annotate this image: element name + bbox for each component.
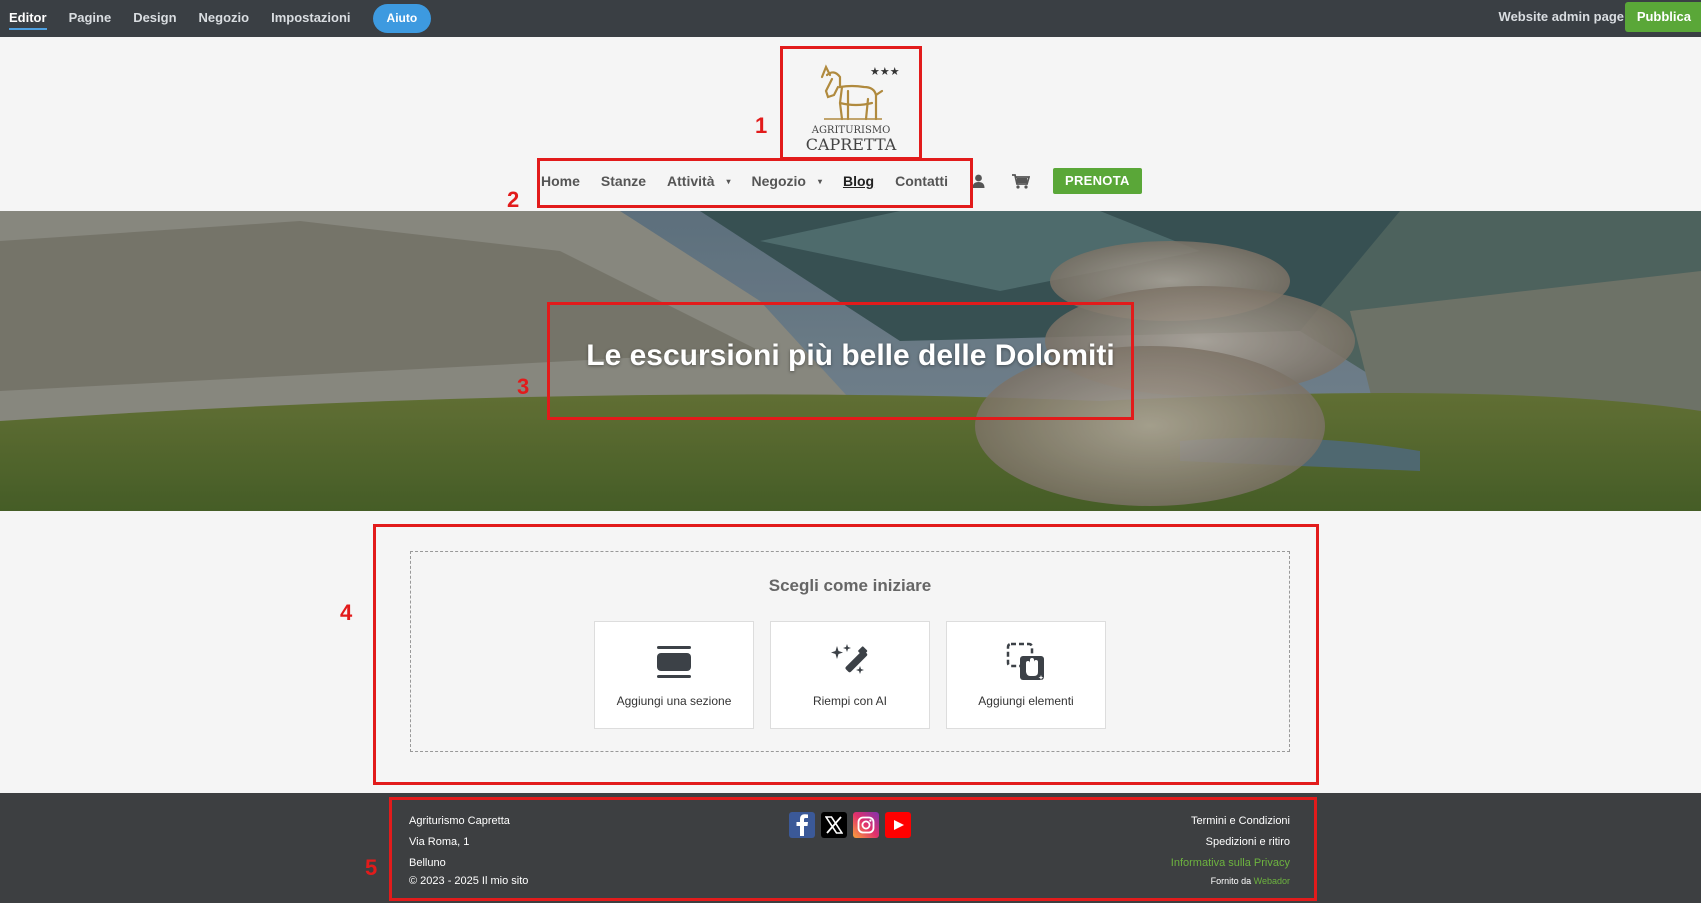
tab-design[interactable]: Design bbox=[133, 0, 176, 37]
editor-toolbar: Editor Pagine Design Negozio Impostazion… bbox=[0, 0, 1701, 37]
annotation-number-3: 3 bbox=[517, 374, 530, 399]
editor-tabs: Editor Pagine Design Negozio Impostazion… bbox=[0, 0, 432, 37]
annotation-box-nav bbox=[537, 158, 973, 208]
annotation-number-5: 5 bbox=[365, 855, 378, 880]
annotation-number-1: 1 bbox=[755, 113, 768, 138]
annotation-number-4: 4 bbox=[340, 600, 353, 625]
annotation-box-logo bbox=[780, 46, 922, 160]
tab-pagine[interactable]: Pagine bbox=[69, 0, 112, 37]
annotation-number-2: 2 bbox=[507, 187, 520, 212]
publish-button[interactable]: Pubblica bbox=[1624, 2, 1701, 32]
website-admin-link[interactable]: Website admin page bbox=[1499, 0, 1624, 34]
book-now-button[interactable]: PRENOTA bbox=[1052, 168, 1142, 194]
user-icon bbox=[972, 174, 985, 188]
tab-editor[interactable]: Editor bbox=[9, 0, 47, 37]
tab-negozio[interactable]: Negozio bbox=[199, 0, 250, 37]
annotation-box-hero-title bbox=[547, 302, 1134, 420]
shopping-cart-icon bbox=[1011, 173, 1030, 189]
annotation-box-footer bbox=[389, 797, 1317, 901]
cart-button[interactable] bbox=[1011, 171, 1031, 191]
annotation-box-start-section bbox=[373, 524, 1319, 785]
help-button[interactable]: Aiuto bbox=[372, 4, 432, 33]
tab-impostazioni[interactable]: Impostazioni bbox=[271, 0, 350, 37]
